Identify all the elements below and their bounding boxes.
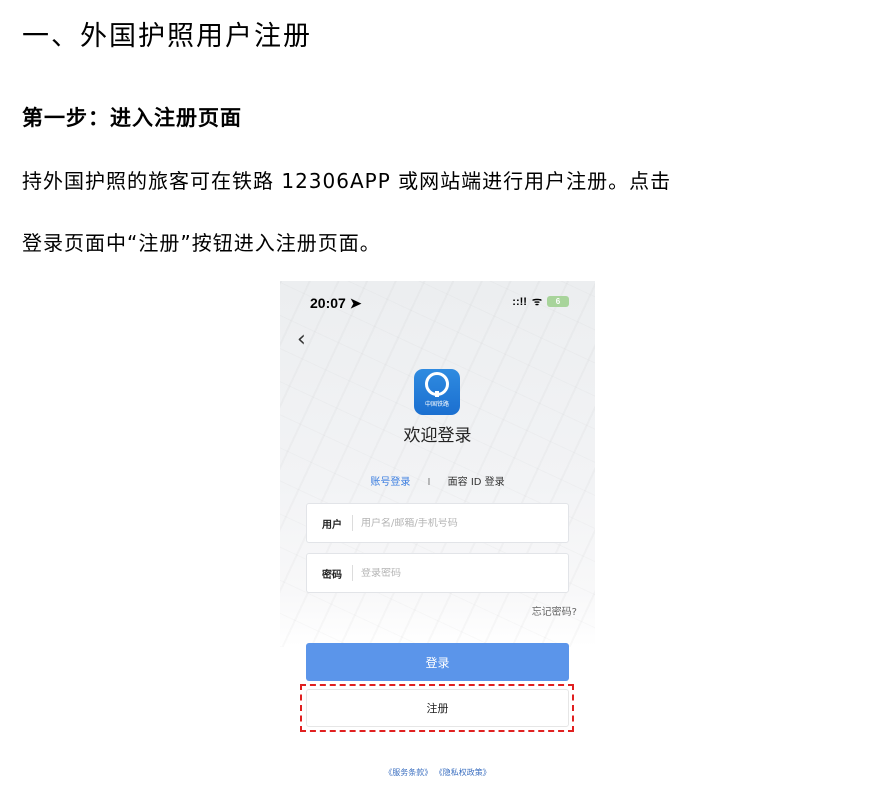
terms-links: 《服务条款》 《隐私权政策》 — [280, 767, 595, 778]
field-divider — [352, 515, 353, 531]
username-label: 用户 — [322, 519, 342, 531]
battery-icon: 6 — [547, 296, 569, 307]
welcome-heading: 欢迎登录 — [403, 426, 472, 446]
login-tabs: 账号登录 I 面容 ID 登录 — [280, 473, 595, 488]
document-title: 一、外国护照用户注册 — [22, 21, 312, 52]
status-icons: ::!! ᯤ 6 — [512, 294, 569, 309]
username-input[interactable] — [361, 517, 551, 529]
tab-separator: I — [427, 477, 431, 488]
password-field[interactable]: 密码 — [306, 553, 569, 593]
railway-logo-icon: 中国铁路 — [414, 369, 460, 415]
username-field[interactable]: 用户 — [306, 503, 569, 543]
paragraph-line-1: 持外国护照的旅客可在铁路 12306APP 或网站端进行用户注册。点击 — [22, 169, 672, 193]
signal-icon: ::!! — [512, 295, 527, 308]
location-arrow-icon: ➤ — [349, 295, 362, 311]
forgot-password-link[interactable]: 忘记密码? — [532, 603, 577, 618]
password-label: 密码 — [322, 569, 342, 581]
status-time-text: 20:07 — [310, 295, 346, 311]
back-arrow-icon[interactable]: ‹ — [297, 327, 306, 352]
terms-of-service-link[interactable]: 《服务条款》 — [384, 768, 432, 777]
app-logo-text: 中国铁路 — [424, 401, 449, 408]
tab-face-id-login[interactable]: 面容 ID 登录 — [448, 477, 505, 488]
password-input[interactable] — [361, 567, 551, 579]
phone-screenshot: 20:07 ➤ ::!! ᯤ 6 ‹ 中国铁路 欢迎登录 账号登录 I 面容 I… — [280, 281, 595, 794]
register-highlight-box — [300, 684, 574, 732]
wifi-icon: ᯤ — [531, 296, 542, 308]
field-divider — [352, 565, 353, 581]
paragraph-line-2: 登录页面中“注册”按钮进入注册页面。 — [22, 231, 381, 255]
railway-emblem-icon — [425, 372, 449, 397]
privacy-policy-link[interactable]: 《隐私权政策》 — [435, 768, 491, 777]
step-title: 第一步：进入注册页面 — [22, 106, 242, 130]
login-button[interactable]: 登录 — [306, 643, 569, 681]
tab-account-login[interactable]: 账号登录 — [370, 477, 410, 488]
status-time: 20:07 ➤ — [310, 295, 361, 312]
